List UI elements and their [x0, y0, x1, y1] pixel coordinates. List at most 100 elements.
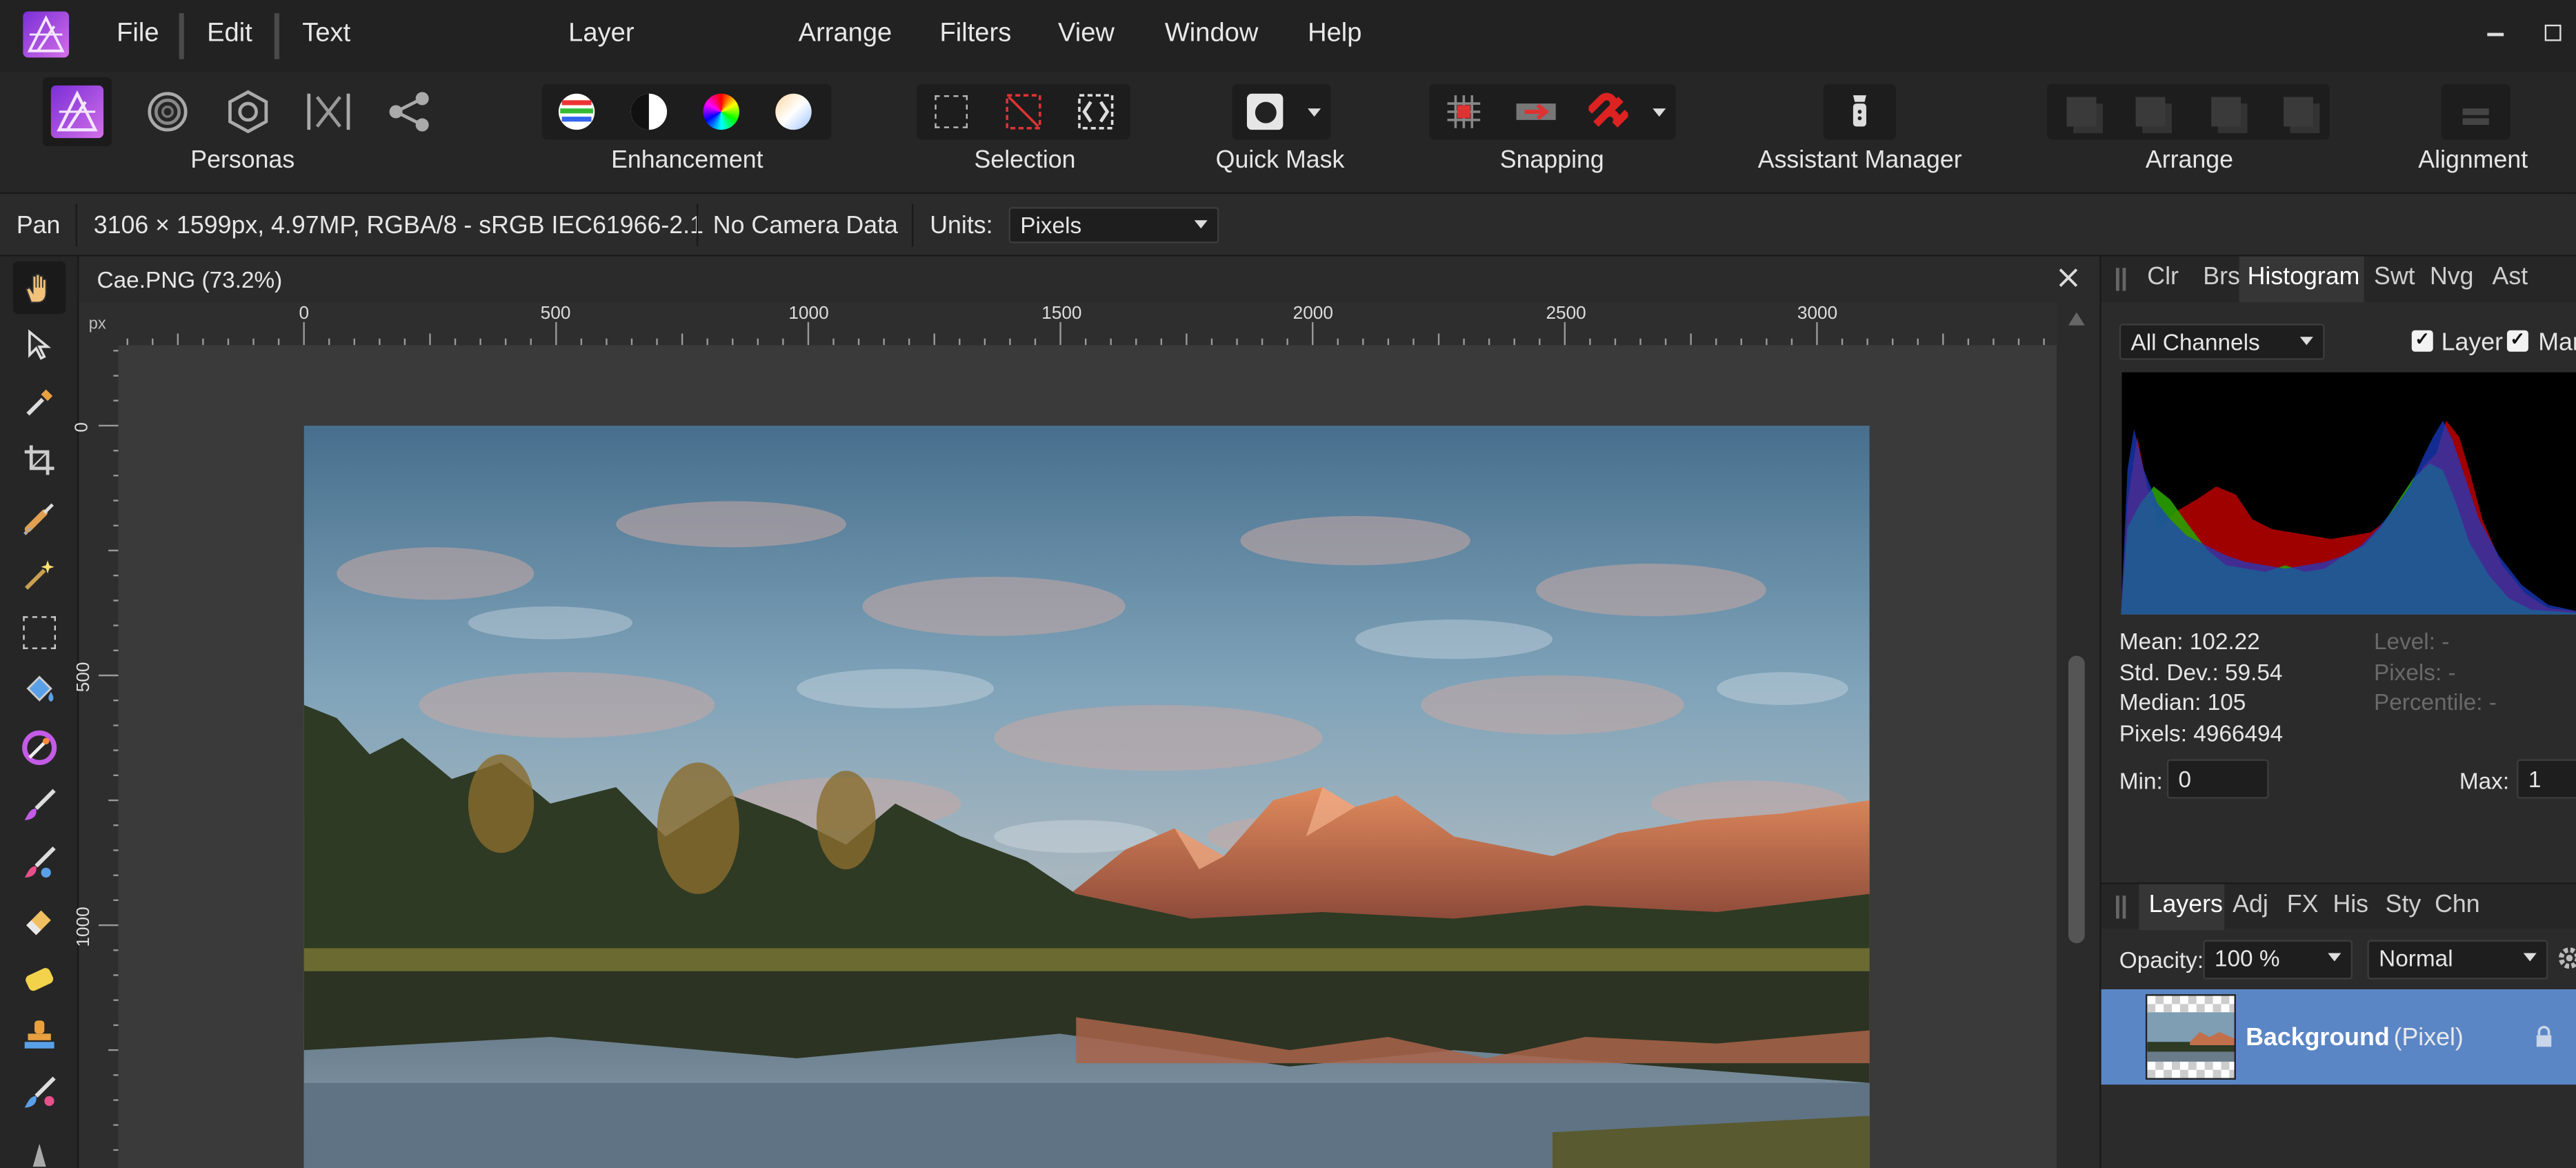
select-all-button[interactable] [923, 83, 979, 139]
menu-layer[interactable]: Layer [568, 20, 634, 50]
menu-view[interactable]: View [1058, 20, 1115, 50]
hsl-button[interactable] [693, 83, 749, 139]
develop-persona-button[interactable] [220, 83, 276, 139]
pixel-tool-button[interactable] [13, 836, 66, 889]
move-tool-button[interactable] [13, 319, 66, 371]
levels-button[interactable] [549, 83, 605, 139]
vertical-scrollbar[interactable] [2057, 302, 2097, 1168]
crop-icon [24, 445, 54, 475]
deselect-icon [1006, 94, 1041, 130]
blend-mode-dropdown[interactable]: Normal [2367, 940, 2548, 980]
vertical-ruler[interactable]: 0 500 1000 [72, 345, 119, 1168]
assistant-manager-button[interactable] [1832, 83, 1888, 139]
snapping-toggle-button[interactable] [1580, 83, 1636, 139]
menu-text[interactable]: Text [302, 20, 350, 50]
export-persona-button[interactable] [381, 83, 437, 139]
move-back-one-button[interactable] [2123, 83, 2179, 139]
curves-button[interactable] [621, 83, 677, 139]
layer-row[interactable]: Background (Pixel) [2101, 989, 2576, 1085]
snap-grid-button[interactable] [1436, 83, 1492, 139]
enhancement-label: Enhancement [611, 146, 763, 175]
menu-window[interactable]: Window [1165, 20, 1259, 50]
menu-edit[interactable]: Edit [207, 20, 252, 50]
panel-grip-icon[interactable] [2116, 268, 2126, 291]
canvas-area[interactable] [118, 345, 2057, 1168]
invert-selection-icon [1078, 94, 1114, 130]
menu-filters[interactable]: Filters [940, 20, 1012, 50]
marquee-checkbox[interactable]: ✓ [2506, 330, 2528, 352]
quick-mask-dropdown-icon[interactable] [1308, 108, 1321, 117]
tab-brushes[interactable]: Brs [2203, 263, 2240, 290]
tone-mapping-persona-button[interactable] [301, 83, 357, 139]
menu-help[interactable]: Help [1308, 20, 1361, 50]
tab-adjustments[interactable]: Adj [2233, 891, 2268, 918]
develop-persona-icon [228, 90, 268, 134]
gear-icon[interactable] [2556, 945, 2576, 971]
tab-styles[interactable]: Sty [2386, 891, 2422, 918]
pointer-icon [28, 329, 52, 360]
restore-icon[interactable] [2544, 24, 2562, 41]
dodge-tool-button[interactable] [13, 951, 66, 1004]
alignment-button[interactable] [2448, 83, 2504, 139]
color-picker-tool-button[interactable] [13, 376, 66, 428]
healing-brush-tool-button[interactable] [13, 1067, 66, 1119]
move-to-back-button[interactable] [2054, 83, 2110, 139]
tab-history[interactable]: His [2333, 891, 2368, 918]
selection-brush-tool-button[interactable] [13, 491, 66, 544]
view-tool-button[interactable] [13, 261, 66, 314]
crop-tool-button[interactable] [13, 434, 66, 486]
snapping-dropdown-icon[interactable] [1653, 108, 1666, 117]
menu-arrange[interactable]: Arrange [799, 20, 892, 50]
opacity-dropdown[interactable]: 100 % [2203, 940, 2353, 980]
invert-selection-button[interactable] [1068, 83, 1124, 139]
units-dropdown[interactable]: Pixels [1008, 207, 1219, 244]
move-forward-one-icon [2211, 97, 2241, 127]
scroll-up-icon[interactable] [2068, 312, 2085, 326]
ruler-corner: px [79, 302, 119, 346]
sharpen-tool-button[interactable] [13, 1124, 66, 1168]
min-input[interactable]: 0 [2166, 759, 2269, 799]
quick-mask-button[interactable] [1237, 83, 1293, 139]
tab-navigator[interactable]: Nvg [2430, 263, 2474, 290]
paint-brush-tool-button[interactable] [13, 779, 66, 831]
flood-fill-tool-button[interactable] [13, 664, 66, 716]
tab-colour[interactable]: Clr [2147, 263, 2179, 290]
ruler-label-2000: 2000 [1292, 304, 1333, 324]
grid-icon [1447, 95, 1481, 128]
layer-checkbox[interactable]: ✓ [2411, 330, 2433, 352]
marquee-tool-button[interactable] [13, 606, 66, 659]
lock-icon[interactable] [2535, 1025, 2553, 1047]
scroll-thumb[interactable] [2068, 655, 2085, 944]
menu-bar: File Edit Text Layer Arrange Filters Vie… [0, 0, 2576, 72]
sharpen-icon [32, 1143, 46, 1167]
ruler-label-0: 0 [299, 304, 310, 324]
clone-tool-button[interactable] [13, 1009, 66, 1062]
white-balance-button[interactable] [766, 83, 821, 139]
close-document-icon[interactable] [2057, 266, 2079, 289]
photo-persona-button[interactable] [42, 77, 112, 146]
minimize-icon[interactable] [2487, 32, 2504, 37]
liquify-persona-button[interactable] [139, 83, 195, 139]
ruler-label-2500: 2500 [1546, 304, 1586, 324]
max-input[interactable]: 1 [2517, 759, 2576, 799]
tab-channels[interactable]: Chn [2435, 891, 2480, 918]
tab-layers[interactable]: Layers [2149, 891, 2223, 918]
gradient-tool-button[interactable] [13, 722, 66, 774]
document-tab-title[interactable]: Cae.PNG (73.2%) [97, 266, 283, 293]
tab-histogram[interactable]: Histogram [2248, 263, 2360, 290]
tab-effects[interactable]: FX [2287, 891, 2319, 918]
erase-brush-tool-button[interactable] [13, 894, 66, 947]
deselect-button[interactable] [995, 83, 1051, 139]
snap-move-button[interactable] [1508, 83, 1564, 139]
move-to-front-button[interactable] [2270, 83, 2326, 139]
app-logo-icon[interactable] [23, 11, 70, 58]
menu-file[interactable]: File [117, 20, 159, 50]
horizontal-ruler[interactable]: 0 500 1000 1500 2000 2500 3000 [118, 302, 2057, 346]
panel-grip-icon[interactable] [2116, 895, 2126, 919]
flood-select-tool-button[interactable] [13, 549, 66, 602]
tab-swatches[interactable]: Swt [2374, 263, 2415, 290]
histogram-channel-dropdown[interactable]: All Channels [2119, 324, 2325, 360]
move-forward-one-button[interactable] [2198, 83, 2254, 139]
tab-assets[interactable]: Ast [2492, 263, 2528, 290]
ruler-label-3000: 3000 [1797, 304, 1838, 324]
